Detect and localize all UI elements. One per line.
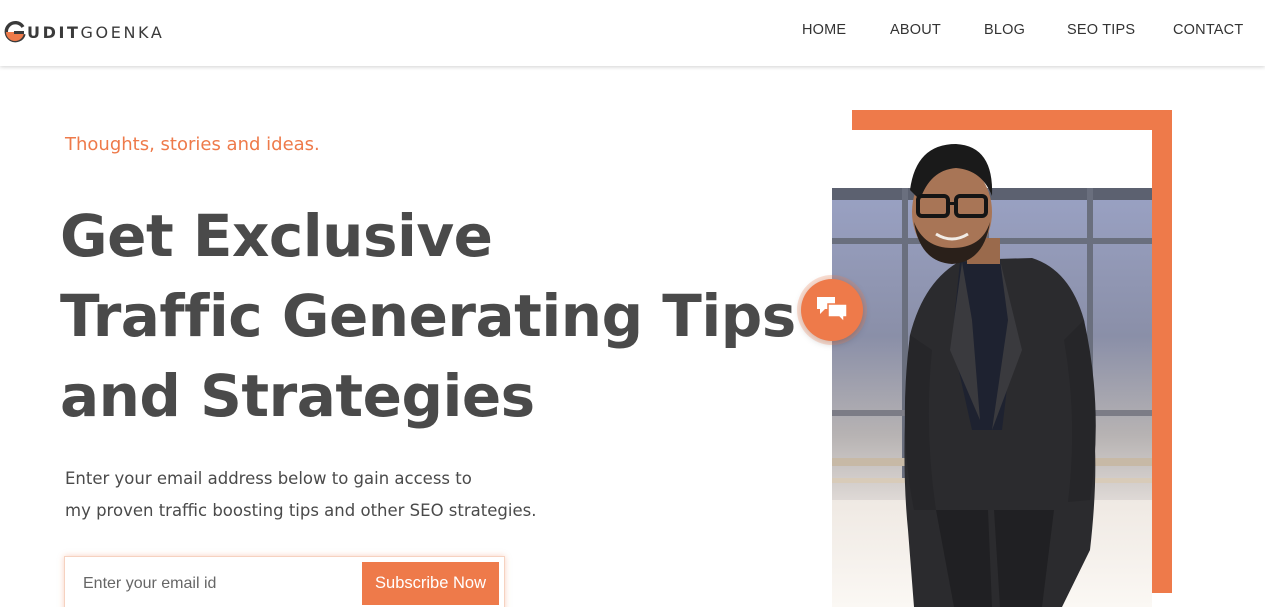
- hero-description: Enter your email address below to gain a…: [65, 463, 625, 527]
- nav-item-blog[interactable]: BLOG: [984, 22, 1025, 38]
- nav-item-contact[interactable]: CONTACT: [1173, 22, 1243, 38]
- main-nav: HOME ABOUT BLOG SEO TIPS CONTACT: [0, 22, 1265, 42]
- nav-item-about[interactable]: ABOUT: [890, 22, 941, 38]
- nav-item-seo-tips[interactable]: SEO TIPS: [1067, 22, 1135, 38]
- headline-line-2: Traffic Generating Tips: [60, 282, 796, 350]
- chat-button[interactable]: [801, 279, 863, 341]
- hero-headline: Get Exclusive Traffic Generating Tips an…: [60, 196, 820, 436]
- subscribe-button[interactable]: Subscribe Now: [362, 562, 499, 605]
- description-line-1: Enter your email address below to gain a…: [65, 469, 472, 488]
- nav-item-home[interactable]: HOME: [802, 22, 846, 38]
- author-photo-illustration: [832, 130, 1152, 607]
- description-line-2: my proven traffic boosting tips and othe…: [65, 501, 537, 520]
- subscribe-form: Subscribe Now: [64, 556, 505, 607]
- headline-line-1: Get Exclusive: [60, 202, 493, 270]
- headline-line-3: and Strategies: [60, 362, 535, 430]
- email-input[interactable]: [71, 563, 361, 605]
- author-photo: [832, 130, 1152, 607]
- site-header: UDITGOENKA HOME ABOUT BLOG SEO TIPS CONT…: [0, 0, 1265, 66]
- hero-tagline: Thoughts, stories and ideas.: [65, 134, 320, 155]
- chat-bubbles-icon: [817, 297, 848, 324]
